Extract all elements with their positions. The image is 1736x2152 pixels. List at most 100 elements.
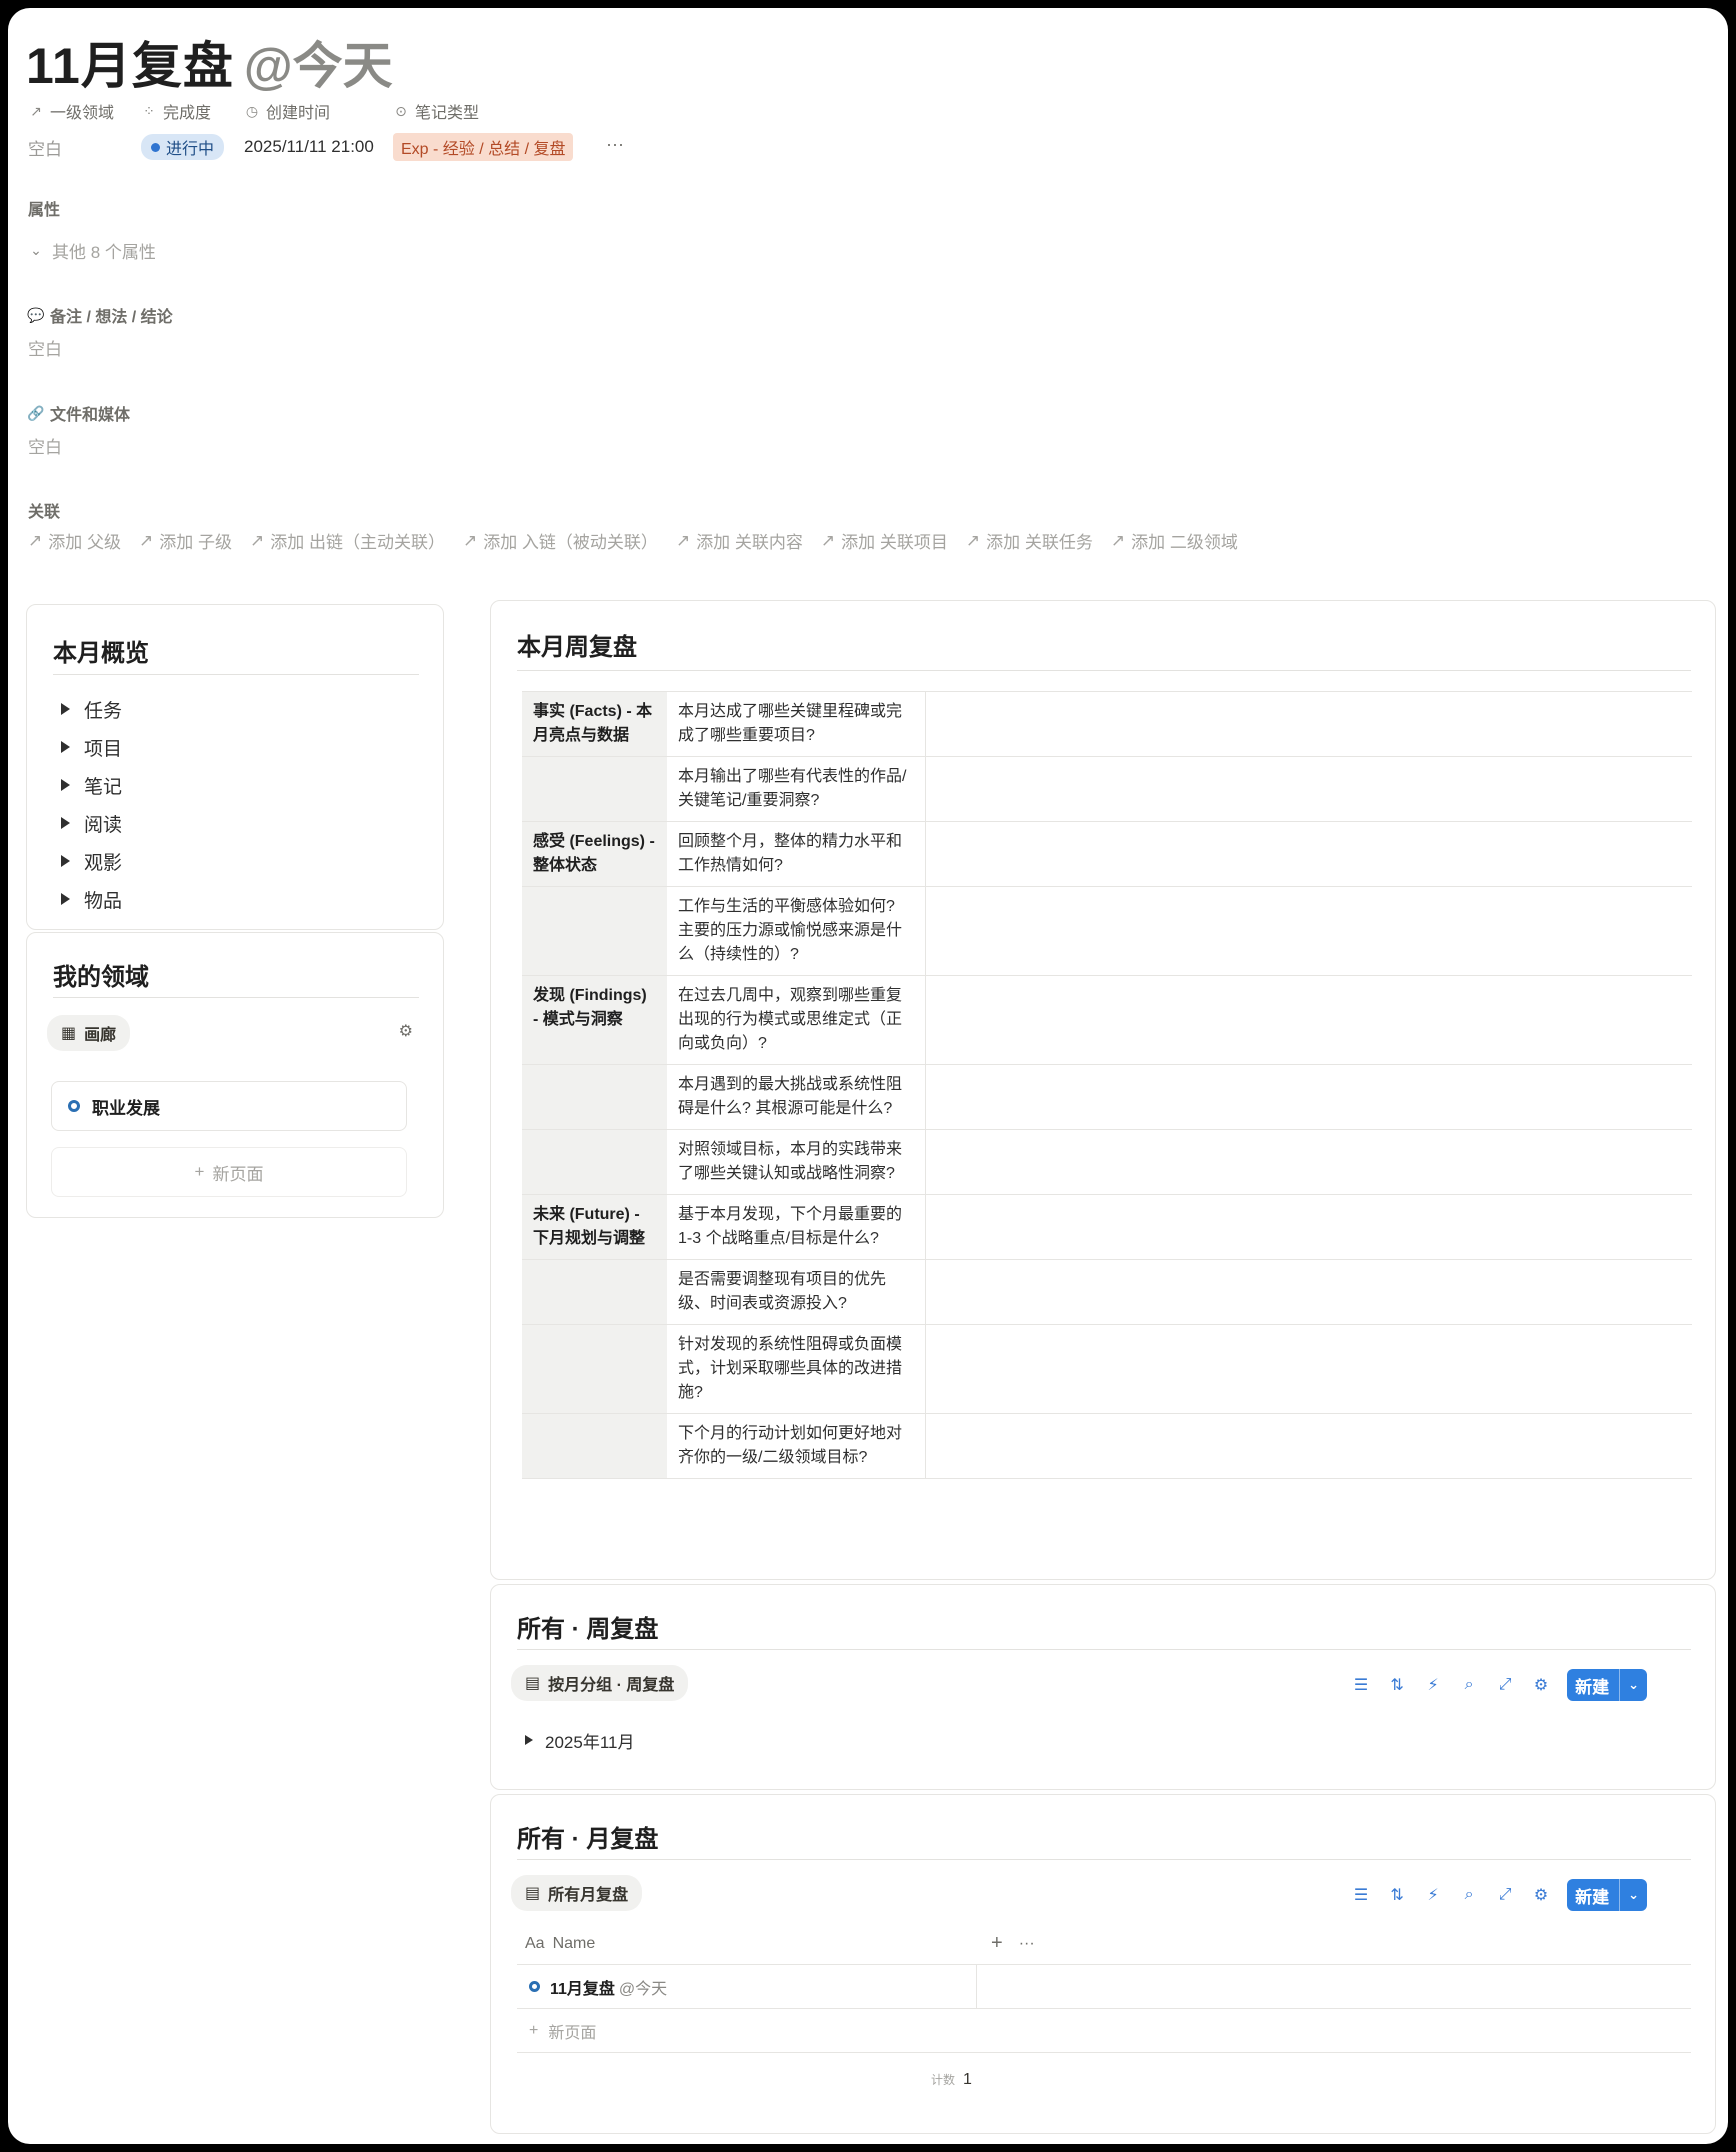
review-answer-cell[interactable] xyxy=(925,756,1692,822)
relation-label: 添加 二级领域 xyxy=(1131,533,1238,552)
new-button[interactable]: 新建 ⌄ xyxy=(1567,1669,1647,1701)
review-question-cell[interactable]: 回顾整个月，整体的精力水平和工作热情如何? xyxy=(667,821,926,887)
review-answer-cell[interactable] xyxy=(925,1194,1692,1260)
review-question-cell[interactable]: 对照领域目标，本月的实践带来了哪些关键认知或战略性洞察? xyxy=(667,1129,926,1195)
settings-icon[interactable]: ⚙ xyxy=(1531,1885,1551,1905)
review-category-cell[interactable]: 事实 (Facts) - 本月亮点与数据 xyxy=(522,691,667,757)
column-more-button[interactable]: ··· xyxy=(1019,1935,1035,1953)
arrow-up-right-icon: ↗ xyxy=(28,530,43,550)
paperclip-icon: 🔗 xyxy=(27,404,45,421)
relation-add-secondary-domain[interactable]: ↗ 添加 二级领域 xyxy=(1111,528,1238,553)
triangle-right-icon xyxy=(61,703,70,715)
expand-icon[interactable]: ⤢ xyxy=(1495,1885,1515,1905)
search-icon[interactable]: ⌕ xyxy=(1459,1885,1479,1905)
review-category-cell[interactable] xyxy=(522,1259,667,1325)
review-category-cell[interactable] xyxy=(522,1064,667,1130)
property-value-empty[interactable]: 空白 xyxy=(28,134,114,160)
review-question-cell[interactable]: 本月达成了哪些关键里程碑或完成了哪些重要项目? xyxy=(667,691,926,757)
more-properties-button[interactable]: ··· xyxy=(606,134,624,155)
toggle-reading[interactable]: 阅读 xyxy=(61,804,122,842)
lightning-icon[interactable]: ⚡ xyxy=(1423,1885,1443,1905)
lightning-icon[interactable]: ⚡ xyxy=(1423,1675,1443,1695)
review-category-cell[interactable] xyxy=(522,1129,667,1195)
page-title[interactable]: 11月复盘 xyxy=(26,26,234,98)
files-value[interactable]: 空白 xyxy=(28,433,62,458)
property-completion[interactable]: ⁘ 完成度 进行中 xyxy=(141,100,225,160)
review-answer-cell[interactable] xyxy=(925,821,1692,887)
notes-value[interactable]: 空白 xyxy=(28,335,62,360)
review-category-cell[interactable]: 未来 (Future) - 下月规划与调整 xyxy=(522,1194,667,1260)
toggle-projects[interactable]: 项目 xyxy=(61,728,122,766)
gallery-new-page-button[interactable]: + 新页面 xyxy=(51,1147,407,1197)
view-settings-icon[interactable]: ⚙ xyxy=(399,1021,413,1041)
review-question-cell[interactable]: 本月输出了哪些有代表性的作品/关键笔记/重要洞察? xyxy=(667,756,926,822)
search-icon[interactable]: ⌕ xyxy=(1459,1675,1479,1695)
relation-add-parent[interactable]: ↗ 添加 父级 xyxy=(28,528,121,553)
review-category-cell[interactable] xyxy=(522,1413,667,1479)
property-note-type[interactable]: ⊙ 笔记类型 Exp - 经验 / 总结 / 复盘 xyxy=(393,100,574,161)
add-column-button[interactable]: + xyxy=(991,1932,1003,1955)
review-category-cell[interactable] xyxy=(522,886,667,976)
toggle-label: 观影 xyxy=(84,852,123,874)
review-question-cell[interactable]: 本月遇到的最大挑战或系统性阻碍是什么? 其根源可能是什么? xyxy=(667,1064,926,1130)
review-category-cell[interactable]: 发现 (Findings) - 模式与洞察 xyxy=(522,975,667,1065)
chevron-down-icon[interactable]: ⌄ xyxy=(1619,1879,1647,1911)
property-primary-domain[interactable]: ↗ 一级领域 空白 xyxy=(28,100,114,160)
table-row[interactable]: 11月复盘 @今天 xyxy=(517,1965,1691,2009)
attributes-collapsed-toggle[interactable]: ⌄ 其他 8 个属性 xyxy=(28,238,156,263)
relation-add-task[interactable]: ↗ 添加 关联任务 xyxy=(966,528,1093,553)
new-button[interactable]: 新建 ⌄ xyxy=(1567,1879,1647,1911)
review-answer-cell[interactable] xyxy=(925,1413,1692,1479)
property-created-time[interactable]: ◷ 创建时间 2025/11/11 21:00 xyxy=(244,100,374,160)
review-answer-cell[interactable] xyxy=(925,1259,1692,1325)
toggle-tasks[interactable]: 任务 xyxy=(61,690,122,728)
domain-card-item[interactable]: 职业发展 xyxy=(51,1081,407,1131)
sort-icon[interactable]: ⇅ xyxy=(1387,1675,1407,1695)
review-category-cell[interactable] xyxy=(522,756,667,822)
monthly-view-tab[interactable]: ▤ 所有月复盘 xyxy=(511,1875,643,1911)
title-date-mention[interactable]: @今天 xyxy=(244,26,393,98)
chevron-down-icon: ⌄ xyxy=(30,242,42,258)
filter-icon[interactable]: ☰ xyxy=(1351,1675,1371,1695)
chevron-down-icon[interactable]: ⌄ xyxy=(1619,1669,1647,1701)
review-question-cell[interactable]: 工作与生活的平衡感体验如何? 主要的压力源或愉悦感来源是什么（持续性的）? xyxy=(667,886,926,976)
toggle-notes[interactable]: 笔记 xyxy=(61,766,122,804)
review-answer-cell[interactable] xyxy=(925,1324,1692,1414)
column-header-name[interactable]: Aa Name xyxy=(517,1935,983,1953)
row-date-mention[interactable]: @今天 xyxy=(619,1975,667,1999)
table-count[interactable]: 计数 1 xyxy=(931,2071,972,2089)
settings-icon[interactable]: ⚙ xyxy=(1531,1675,1551,1695)
review-category-cell[interactable]: 感受 (Feelings) - 整体状态 xyxy=(522,821,667,887)
filter-icon[interactable]: ☰ xyxy=(1351,1885,1371,1905)
review-question-cell[interactable]: 下个月的行动计划如何更好地对齐你的一级/二级领域目标? xyxy=(667,1413,926,1479)
relation-add-inlink[interactable]: ↗ 添加 入链（被动关联） xyxy=(463,528,658,553)
review-answer-cell[interactable] xyxy=(925,886,1692,976)
review-question-cell[interactable]: 是否需要调整现有项目的优先级、时间表或资源投入? xyxy=(667,1259,926,1325)
review-answer-cell[interactable] xyxy=(925,1129,1692,1195)
toggle-movies[interactable]: 观影 xyxy=(61,842,122,880)
review-question-cell[interactable]: 基于本月发现，下个月最重要的 1-3 个战略重点/目标是什么? xyxy=(667,1194,926,1260)
relation-add-content[interactable]: ↗ 添加 关联内容 xyxy=(676,528,803,553)
review-answer-cell[interactable] xyxy=(925,975,1692,1065)
group-toggle-2025-11[interactable]: 2025年11月 xyxy=(525,1721,634,1759)
expand-icon[interactable]: ⤢ xyxy=(1495,1675,1515,1695)
relation-add-child[interactable]: ↗ 添加 子级 xyxy=(139,528,232,553)
property-label: 一级领域 xyxy=(50,105,115,122)
status-badge[interactable]: 进行中 xyxy=(141,134,225,160)
relation-add-project[interactable]: ↗ 添加 关联项目 xyxy=(821,528,948,553)
gallery-view-tab[interactable]: ▦ 画廊 xyxy=(47,1015,131,1051)
review-question-cell[interactable]: 针对发现的系统性阻碍或负面模式，计划采取哪些具体的改进措施? xyxy=(667,1324,926,1414)
row-title[interactable]: 11月复盘 xyxy=(550,1975,615,1999)
review-table: 事实 (Facts) - 本月亮点与数据 本月达成了哪些关键里程碑或完成了哪些重要… xyxy=(522,691,1692,1479)
review-question-cell[interactable]: 在过去几周中，观察到哪些重复出现的行为模式或思维定式（正向或负向）? xyxy=(667,975,926,1065)
row-name-cell[interactable]: 11月复盘 @今天 xyxy=(517,1965,977,2008)
toggle-items[interactable]: 物品 xyxy=(61,880,122,918)
review-answer-cell[interactable] xyxy=(925,1064,1692,1130)
sort-icon[interactable]: ⇅ xyxy=(1387,1885,1407,1905)
review-answer-cell[interactable] xyxy=(925,691,1692,757)
review-category-cell[interactable] xyxy=(522,1324,667,1414)
note-type-tag[interactable]: Exp - 经验 / 总结 / 复盘 xyxy=(393,133,574,161)
relation-add-outlink[interactable]: ↗ 添加 出链（主动关联） xyxy=(250,528,445,553)
table-new-page-button[interactable]: + 新页面 xyxy=(517,2009,1691,2053)
weekly-view-tab[interactable]: ▤ 按月分组 · 周复盘 xyxy=(511,1665,689,1701)
